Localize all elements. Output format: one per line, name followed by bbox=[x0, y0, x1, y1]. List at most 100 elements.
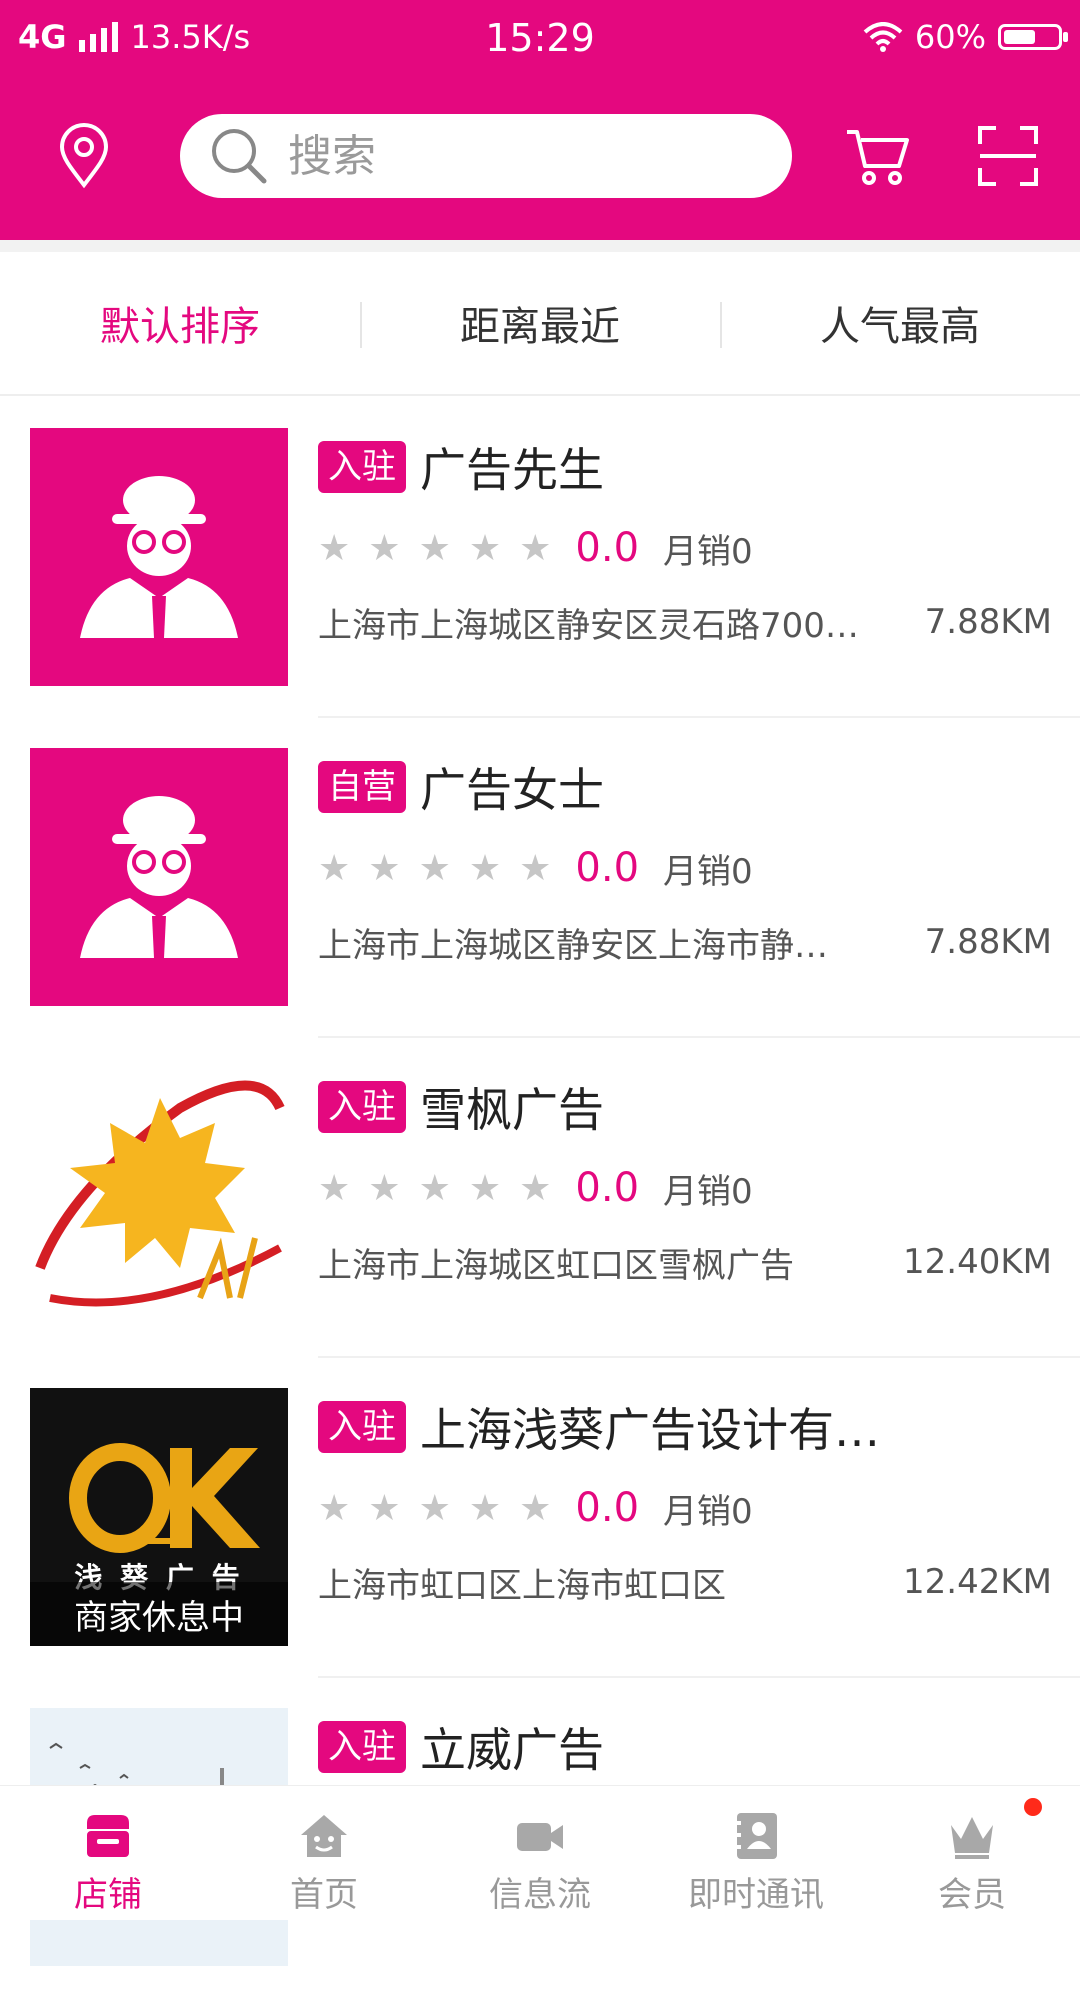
star-icon: ★ bbox=[519, 1167, 552, 1209]
sort-tabs: 默认排序 距离最近 人气最高 bbox=[0, 252, 1080, 396]
tab-home[interactable]: 首页 bbox=[216, 1786, 432, 1920]
rating-row: ★ ★ ★ ★ ★ 0.0 月销0 bbox=[318, 520, 1052, 576]
cart-button[interactable] bbox=[838, 116, 918, 196]
tab-label: 会员 bbox=[938, 1875, 1006, 1915]
name-row: 入驻 广告先生 bbox=[318, 438, 1052, 497]
store-distance: 12.40KM bbox=[903, 1242, 1052, 1282]
maple-leaf-logo-icon bbox=[30, 1068, 288, 1326]
store-distance: 7.88KM bbox=[924, 922, 1052, 962]
star-icon: ★ bbox=[418, 847, 451, 889]
store-name: 立威广告 bbox=[420, 1723, 604, 1777]
star-icon: ★ bbox=[368, 1487, 401, 1529]
scan-icon bbox=[978, 126, 1038, 186]
star-icon: ★ bbox=[468, 847, 502, 889]
store-logo bbox=[30, 748, 288, 1006]
name-row: 自营 广告女士 bbox=[318, 758, 1052, 817]
tab-label: 信息流 bbox=[489, 1875, 591, 1915]
store-score: 0.0 bbox=[575, 1485, 640, 1531]
star-icon: ★ bbox=[368, 847, 401, 889]
battery-fill bbox=[1004, 30, 1036, 44]
star-icon: ★ bbox=[318, 1487, 351, 1529]
star-icon: ★ bbox=[519, 847, 552, 889]
star-rating: ★ ★ ★ ★ ★ bbox=[318, 848, 551, 889]
gentleman-logo-icon bbox=[30, 748, 288, 1006]
store-distance: 12.42KM bbox=[903, 1562, 1052, 1602]
status-bar: 4G 13.5K/s 15:29 60% bbox=[0, 0, 1080, 80]
tab-label: 首页 bbox=[290, 1875, 358, 1915]
address-row: 上海市虹口区上海市虹口区 12.42KM bbox=[318, 1554, 1052, 1610]
star-rating: ★ ★ ★ ★ ★ bbox=[318, 1488, 551, 1529]
star-icon: ★ bbox=[318, 1167, 351, 1209]
star-icon: ★ bbox=[368, 527, 401, 569]
store-address: 上海市上海城区静安区灵石路700… bbox=[318, 605, 859, 646]
store-item[interactable]: 入驻 雪枫广告 ★ ★ ★ ★ ★ 0.0 月销0 上海市上海城区虹口区雪枫广告 12.… bbox=[0, 1038, 1080, 1358]
battery-text: 60% bbox=[914, 18, 986, 56]
search-box[interactable] bbox=[180, 114, 792, 198]
sort-tab-label: 人气最高 bbox=[820, 304, 980, 350]
star-icon: ★ bbox=[468, 527, 502, 569]
store-tag: 入驻 bbox=[318, 1081, 406, 1133]
rating-row: ★ ★ ★ ★ ★ 0.0 月销0 bbox=[318, 840, 1052, 896]
store-tag: 入驻 bbox=[318, 1401, 406, 1453]
store-logo: 浅 葵 广 告 商家休息中 bbox=[30, 1388, 288, 1646]
star-icon: ★ bbox=[468, 1167, 502, 1209]
sort-tab-nearest[interactable]: 距离最近 bbox=[360, 252, 720, 394]
rating-row: ★ ★ ★ ★ ★ 0.0 月销0 bbox=[318, 1480, 1052, 1536]
store-name: 上海浅葵广告设计有… bbox=[420, 1403, 880, 1457]
star-icon: ★ bbox=[318, 847, 351, 889]
search-icon bbox=[212, 129, 267, 184]
store-name: 广告先生 bbox=[420, 443, 604, 497]
tab-im[interactable]: 即时通讯 bbox=[648, 1786, 864, 1920]
store-info: 自营 广告女士 ★ ★ ★ ★ ★ 0.0 月销0 上海市上海城区静安区上海市静… 7.… bbox=[318, 758, 1052, 970]
name-row: 入驻 立威广告 bbox=[318, 1718, 1052, 1777]
top-header: 4G 13.5K/s 15:29 60% bbox=[0, 0, 1080, 240]
store-tag: 入驻 bbox=[318, 441, 406, 493]
wifi-icon bbox=[863, 22, 903, 52]
tab-label: 店铺 bbox=[74, 1875, 142, 1915]
sort-tab-label: 距离最近 bbox=[460, 304, 620, 350]
video-icon bbox=[517, 1823, 563, 1851]
home-icon bbox=[301, 1815, 347, 1857]
gentleman-logo-icon bbox=[30, 428, 288, 686]
bottom-tab-bar: 店铺 首页 信息流 即时通讯 会员 bbox=[0, 1785, 1080, 1920]
store-address: 上海市上海城区虹口区雪枫广告 bbox=[318, 1245, 794, 1286]
star-icon: ★ bbox=[468, 1487, 502, 1529]
location-button[interactable] bbox=[44, 116, 124, 196]
star-icon: ★ bbox=[368, 1167, 401, 1209]
store-info: 入驻 立威广告 bbox=[318, 1718, 1052, 1777]
address-row: 上海市上海城区静安区上海市静… 7.88KM bbox=[318, 914, 1052, 970]
store-item[interactable]: 浅 葵 广 告 商家休息中 入驻 上海浅葵广告设计有… ★ ★ ★ ★ ★ 0.0 月销… bbox=[0, 1358, 1080, 1678]
store-tag: 入驻 bbox=[318, 1721, 406, 1773]
contacts-icon bbox=[733, 1813, 777, 1859]
store-item[interactable]: 自营 广告女士 ★ ★ ★ ★ ★ 0.0 月销0 上海市上海城区静安区上海市静… 7.… bbox=[0, 718, 1080, 1038]
star-icon: ★ bbox=[418, 527, 451, 569]
store-sales: 月销0 bbox=[663, 851, 753, 892]
store-info: 入驻 广告先生 ★ ★ ★ ★ ★ 0.0 月销0 上海市上海城区静安区灵石路700… … bbox=[318, 438, 1052, 650]
header-gap bbox=[0, 240, 1080, 252]
store-info: 入驻 上海浅葵广告设计有… ★ ★ ★ ★ ★ 0.0 月销0 上海市虹口区上海市虹口区… bbox=[318, 1398, 1052, 1610]
tab-store[interactable]: 店铺 bbox=[0, 1786, 216, 1920]
store-icon bbox=[87, 1815, 129, 1857]
search-input[interactable] bbox=[286, 129, 710, 183]
notification-badge bbox=[1024, 1798, 1042, 1816]
address-row: 上海市上海城区静安区灵石路700… 7.88KM bbox=[318, 594, 1052, 650]
battery-icon bbox=[998, 24, 1068, 50]
store-item[interactable]: 入驻 广告先生 ★ ★ ★ ★ ★ 0.0 月销0 上海市上海城区静安区灵石路700… … bbox=[0, 398, 1080, 718]
store-tag: 自营 bbox=[318, 761, 406, 813]
scan-button[interactable] bbox=[968, 116, 1048, 196]
search-row bbox=[0, 100, 1080, 220]
store-address: 上海市上海城区静安区上海市静… bbox=[318, 925, 828, 966]
cart-icon bbox=[847, 130, 909, 185]
store-name: 广告女士 bbox=[420, 763, 604, 817]
tab-feed[interactable]: 信息流 bbox=[432, 1786, 648, 1920]
store-score: 0.0 bbox=[575, 845, 640, 891]
star-rating: ★ ★ ★ ★ ★ bbox=[318, 528, 551, 569]
store-status-overlay: 商家休息中 bbox=[30, 1582, 288, 1646]
sort-tab-default[interactable]: 默认排序 bbox=[0, 252, 360, 394]
location-pin-icon bbox=[59, 123, 109, 189]
store-distance: 7.88KM bbox=[924, 602, 1052, 642]
sort-tab-popular[interactable]: 人气最高 bbox=[720, 252, 1080, 394]
tab-member[interactable]: 会员 bbox=[864, 1786, 1080, 1920]
store-sales: 月销0 bbox=[663, 1491, 753, 1532]
name-row: 入驻 上海浅葵广告设计有… bbox=[318, 1398, 1052, 1457]
